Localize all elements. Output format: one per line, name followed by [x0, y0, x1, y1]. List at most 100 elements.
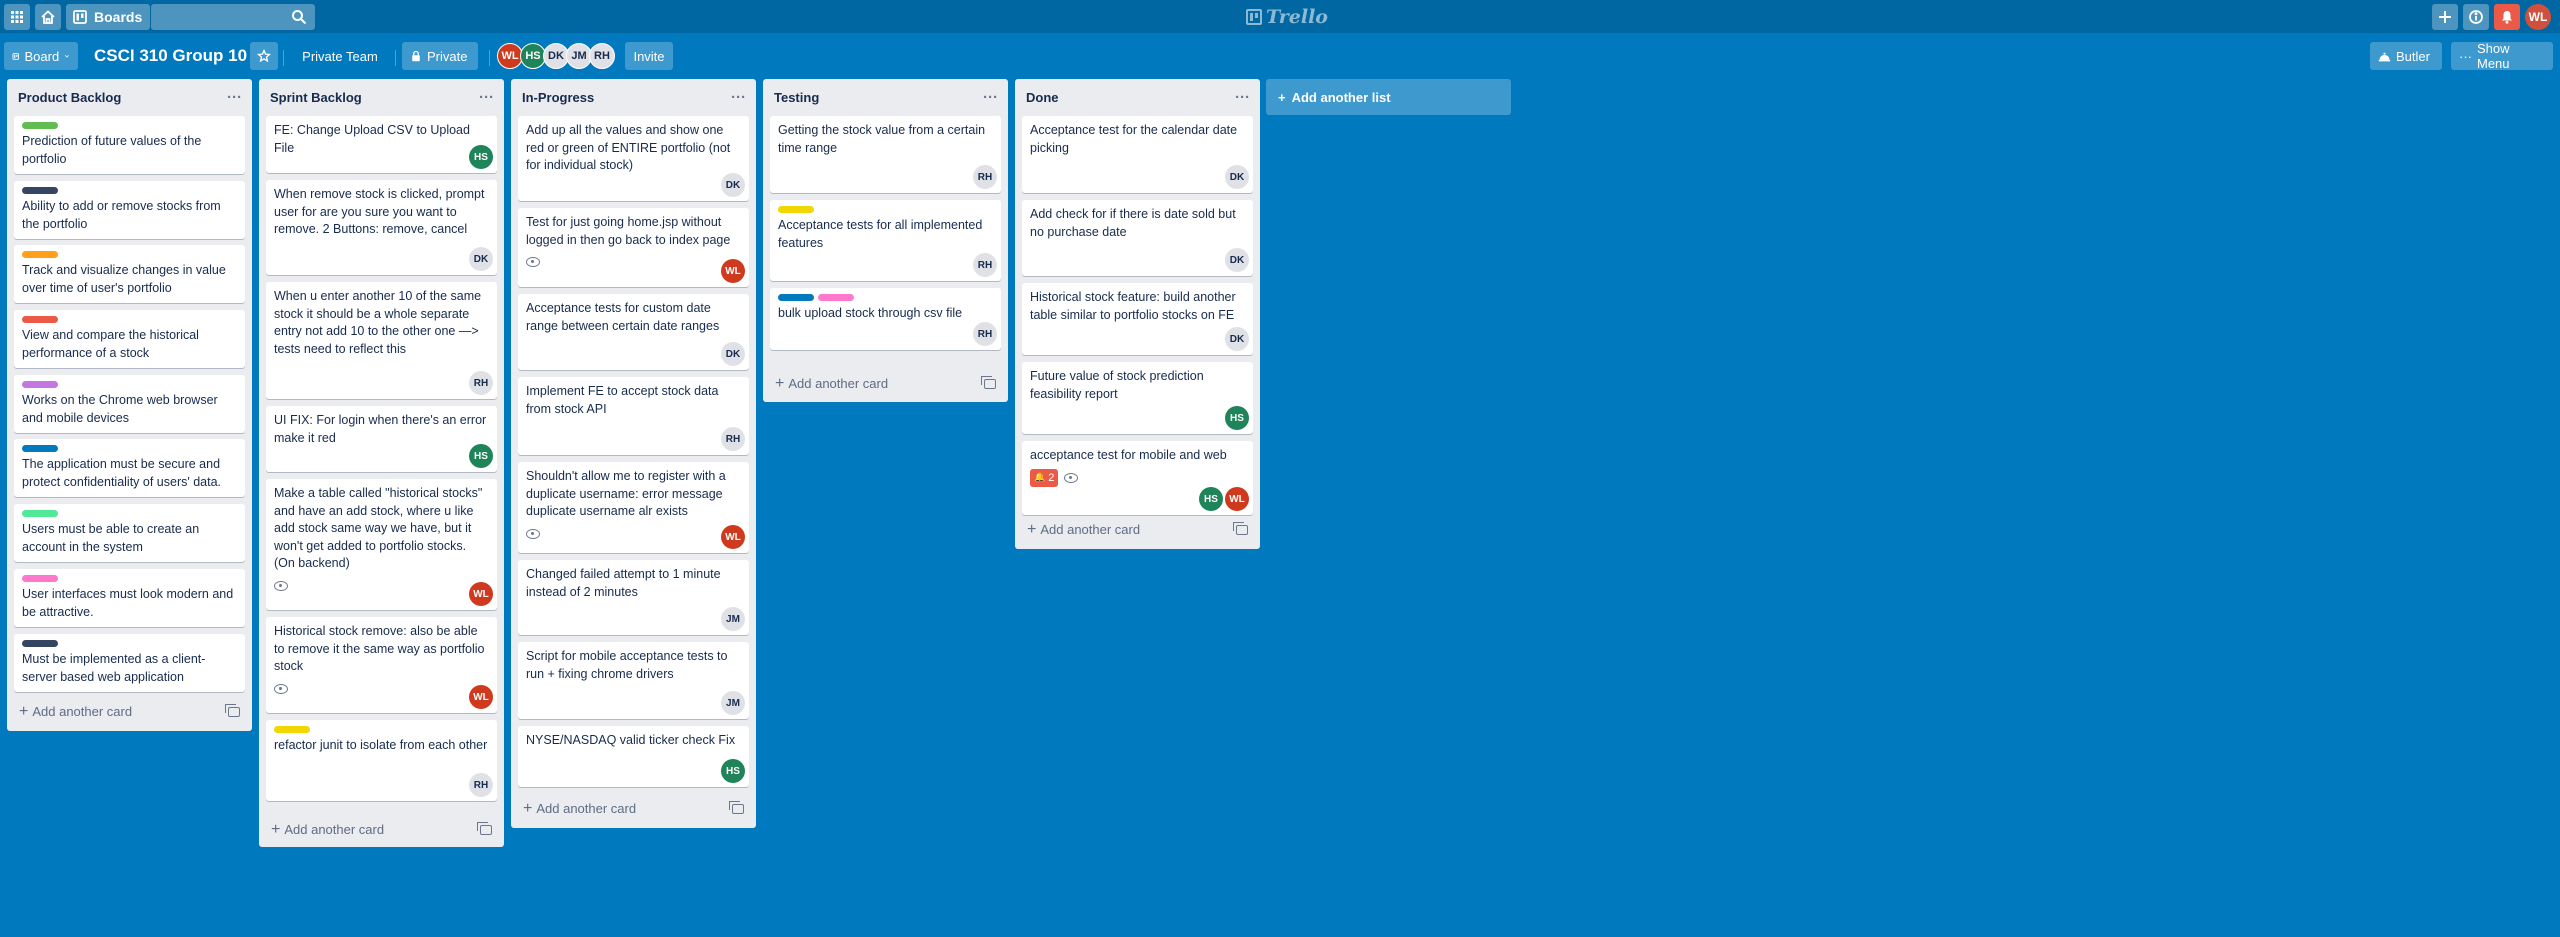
- list-title[interactable]: Done: [1026, 90, 1059, 105]
- card-member-avatar[interactable]: RH: [973, 322, 997, 346]
- card-member-avatar[interactable]: RH: [973, 165, 997, 189]
- card-label[interactable]: [778, 294, 814, 301]
- card[interactable]: Track and visualize changes in value ove…: [14, 245, 245, 303]
- card-member-avatar[interactable]: HS: [721, 759, 745, 783]
- add-card-button[interactable]: + Add another card: [13, 698, 246, 726]
- info-button[interactable]: [2463, 4, 2489, 30]
- card-template-icon[interactable]: [1233, 522, 1248, 535]
- card-template-icon[interactable]: [477, 822, 492, 835]
- card[interactable]: bulk upload stock through csv file RH: [770, 288, 1001, 350]
- add-card-button[interactable]: + Add another card: [1021, 516, 1254, 544]
- card-label[interactable]: [22, 316, 58, 323]
- list-title[interactable]: In-Progress: [522, 90, 594, 105]
- list-header[interactable]: Sprint Backlog ···: [265, 79, 498, 115]
- list-header[interactable]: Product Backlog ···: [13, 79, 246, 115]
- card[interactable]: Implement FE to accept stock data from s…: [518, 377, 749, 455]
- card[interactable]: Make a table called "historical stocks" …: [266, 479, 497, 610]
- add-card-button[interactable]: + Add another card: [769, 370, 1002, 398]
- card-member-avatar[interactable]: WL: [721, 525, 745, 549]
- card-member-avatar[interactable]: RH: [469, 371, 493, 395]
- card-template-icon[interactable]: [981, 376, 996, 389]
- card[interactable]: Prediction of future values of the portf…: [14, 116, 245, 174]
- card-member-avatar[interactable]: JM: [721, 691, 745, 715]
- card[interactable]: NYSE/NASDAQ valid ticker check Fix HS: [518, 726, 749, 787]
- notification-badge[interactable]: 🔔 2: [1030, 468, 1059, 487]
- card-template-icon[interactable]: [729, 801, 744, 814]
- card-member-avatar[interactable]: HS: [1199, 487, 1223, 511]
- card-label[interactable]: [22, 510, 58, 517]
- card[interactable]: Must be implemented as a client-server b…: [14, 634, 245, 692]
- card-member-avatar[interactable]: WL: [469, 685, 493, 709]
- card-member-avatar[interactable]: WL: [469, 582, 493, 606]
- visibility-button[interactable]: Private: [402, 42, 478, 70]
- card-member-avatar[interactable]: DK: [1225, 248, 1249, 272]
- card-member-avatar[interactable]: DK: [721, 173, 745, 197]
- card-label[interactable]: [22, 445, 58, 452]
- list-menu-icon[interactable]: ···: [479, 89, 494, 106]
- card[interactable]: Add check for if there is date sold but …: [1022, 200, 1253, 276]
- card-member-avatar[interactable]: WL: [1225, 487, 1249, 511]
- invite-button[interactable]: Invite: [625, 42, 673, 70]
- card-member-avatar[interactable]: DK: [1225, 327, 1249, 351]
- card[interactable]: FE: Change Upload CSV to Upload File HS: [266, 116, 497, 173]
- list-menu-icon[interactable]: ···: [731, 89, 746, 106]
- star-board-button[interactable]: [250, 42, 278, 70]
- card-member-avatar[interactable]: DK: [469, 247, 493, 271]
- boards-button[interactable]: Boards: [66, 4, 150, 30]
- card-member-avatar[interactable]: HS: [469, 145, 493, 169]
- list-title[interactable]: Testing: [774, 90, 819, 105]
- card-label[interactable]: [22, 251, 58, 258]
- card-member-avatar[interactable]: DK: [721, 342, 745, 366]
- add-card-button[interactable]: + Add another card: [517, 795, 750, 823]
- card-member-avatar[interactable]: HS: [1225, 406, 1249, 430]
- card-label[interactable]: [778, 206, 814, 213]
- card-label[interactable]: [22, 187, 58, 194]
- card[interactable]: Users must be able to create an account …: [14, 504, 245, 562]
- card-member-avatar[interactable]: HS: [469, 444, 493, 468]
- list-menu-icon[interactable]: ···: [983, 89, 998, 106]
- add-list-button[interactable]: + Add another list: [1266, 79, 1511, 115]
- trello-logo[interactable]: Trello: [1246, 6, 1328, 28]
- create-button[interactable]: [2432, 4, 2458, 30]
- list-header[interactable]: Testing ···: [769, 79, 1002, 115]
- butler-button[interactable]: Butler: [2370, 42, 2442, 70]
- card[interactable]: UI FIX: For login when there's an error …: [266, 406, 497, 472]
- member-avatar[interactable]: RH: [589, 43, 615, 69]
- user-avatar[interactable]: WL: [2525, 4, 2551, 30]
- card[interactable]: Shouldn't allow me to register with a du…: [518, 462, 749, 553]
- card-member-avatar[interactable]: DK: [1225, 165, 1249, 189]
- card[interactable]: Historical stock feature: build another …: [1022, 283, 1253, 355]
- board-view-switcher[interactable]: Board: [4, 42, 78, 70]
- card-member-avatar[interactable]: RH: [721, 427, 745, 451]
- card[interactable]: Acceptance test for the calendar date pi…: [1022, 116, 1253, 193]
- card[interactable]: View and compare the historical performa…: [14, 310, 245, 368]
- list-header[interactable]: Done ···: [1021, 79, 1254, 115]
- card[interactable]: Historical stock remove: also be able to…: [266, 617, 497, 713]
- notifications-button[interactable]: [2494, 4, 2520, 30]
- search-input[interactable]: [151, 4, 315, 30]
- card[interactable]: Getting the stock value from a certain t…: [770, 116, 1001, 193]
- list-menu-icon[interactable]: ···: [1235, 89, 1250, 106]
- card-template-icon[interactable]: [225, 704, 240, 717]
- card[interactable]: Ability to add or remove stocks from the…: [14, 181, 245, 239]
- card[interactable]: Changed failed attempt to 1 minute inste…: [518, 560, 749, 635]
- show-menu-button[interactable]: ··· Show Menu: [2451, 41, 2553, 71]
- card[interactable]: The application must be secure and prote…: [14, 439, 245, 497]
- card[interactable]: Test for just going home.jsp without log…: [518, 208, 749, 287]
- card-label[interactable]: [22, 575, 58, 582]
- card-label[interactable]: [22, 640, 58, 647]
- list-menu-icon[interactable]: ···: [227, 89, 242, 106]
- list-title[interactable]: Product Backlog: [18, 90, 121, 105]
- card-label[interactable]: [22, 122, 58, 129]
- card[interactable]: Acceptance tests for custom date range b…: [518, 294, 749, 370]
- card-label[interactable]: [818, 294, 854, 301]
- home-button[interactable]: [35, 4, 61, 30]
- card-member-avatar[interactable]: RH: [973, 253, 997, 277]
- card-member-avatar[interactable]: JM: [721, 607, 745, 631]
- card[interactable]: Future value of stock prediction feasibi…: [1022, 362, 1253, 434]
- card[interactable]: When remove stock is clicked, prompt use…: [266, 180, 497, 275]
- card[interactable]: Script for mobile acceptance tests to ru…: [518, 642, 749, 719]
- card[interactable]: acceptance test for mobile and web 🔔 2 HS WL: [1022, 441, 1253, 515]
- card[interactable]: User interfaces must look modern and be …: [14, 569, 245, 627]
- add-card-button[interactable]: + Add another card: [265, 816, 498, 844]
